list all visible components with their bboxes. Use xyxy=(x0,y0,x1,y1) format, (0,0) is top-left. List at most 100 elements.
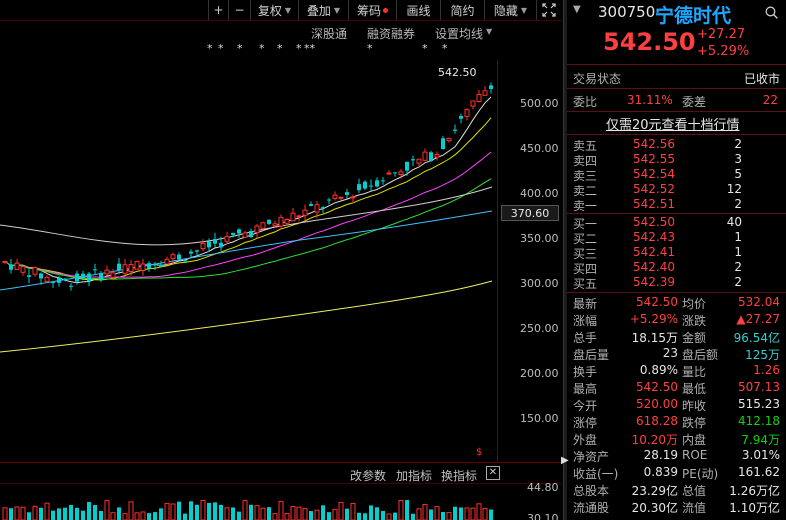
stat-value: 618.28 xyxy=(636,414,678,428)
stat-value: 125万 xyxy=(745,348,780,362)
candle-body xyxy=(296,215,302,218)
order-level-label: 卖一 xyxy=(573,199,598,213)
stat-value: 542.50 xyxy=(636,295,678,309)
volume-bar xyxy=(159,508,163,520)
candle-body xyxy=(2,260,8,263)
candle-body xyxy=(147,263,151,269)
stat-label: 今开 xyxy=(573,399,598,413)
candle-body xyxy=(345,192,349,195)
change-params-button[interactable]: 改参数 xyxy=(350,467,386,484)
candle-body xyxy=(441,138,445,150)
search-icon[interactable] xyxy=(765,6,778,22)
volume-bar xyxy=(482,507,488,520)
volume-bar xyxy=(2,507,8,520)
stat-label: 换手 xyxy=(573,365,598,379)
volume-bars-group xyxy=(2,499,493,520)
candle-body xyxy=(422,151,428,161)
order-level-volume: 5 xyxy=(734,167,742,181)
chevron-down-icon[interactable]: ▼ xyxy=(573,4,581,15)
candle-body xyxy=(219,242,223,248)
volume-bar xyxy=(75,507,79,520)
stat-value: 18.15万 xyxy=(631,331,678,345)
order-level-volume: 1 xyxy=(734,230,742,244)
candle-body xyxy=(386,172,392,175)
stat-label: 外盘 xyxy=(573,433,598,447)
kline-chart-area[interactable]: + − 复权 ▼ 叠加 ▼ 筹码 画线 简约 隐藏 ▼ 深股通 融资融券 设置均线 ▼… xyxy=(0,0,563,520)
stat-value: 96.54亿 xyxy=(733,331,780,345)
stat-value: 20.30亿 xyxy=(631,501,678,515)
volume-bar xyxy=(302,508,308,520)
switch-indicator-button[interactable]: 换指标 xyxy=(441,467,477,484)
candle-body xyxy=(416,158,422,164)
stat-value: 412.18 xyxy=(738,414,780,428)
add-indicator-button[interactable]: 加指标 xyxy=(396,467,432,484)
volume-bar xyxy=(434,506,440,520)
volume-bar xyxy=(422,503,428,520)
candle-body xyxy=(260,222,266,229)
candle-body xyxy=(338,196,344,199)
stat-value: 1.26 xyxy=(753,363,780,377)
stat-label: 均价 xyxy=(682,297,707,311)
stat-label: 流值 xyxy=(682,501,707,515)
volume-bar xyxy=(44,502,50,520)
candle-body xyxy=(93,269,97,271)
stat-value: 532.04 xyxy=(738,295,780,309)
stat-value: 10.20万 xyxy=(631,433,678,447)
promo-link[interactable]: 仅需20元查看十档行情 xyxy=(606,114,740,133)
stat-value: 520.00 xyxy=(636,397,678,411)
volume-bar xyxy=(104,500,110,520)
volume-bar xyxy=(110,512,116,520)
price-change: +27.27 xyxy=(697,27,746,42)
stat-label: 内盘 xyxy=(682,433,707,447)
y-axis-tick: 300.00 xyxy=(520,277,559,290)
close-icon[interactable]: ✕ xyxy=(486,466,500,480)
candle-body xyxy=(81,273,85,279)
candle-body xyxy=(398,171,404,176)
order-level-price: 542.56 xyxy=(633,137,675,151)
volume-bar xyxy=(470,507,476,520)
order-level-price: 542.54 xyxy=(633,167,675,181)
volume-bar xyxy=(369,505,373,520)
stat-value: 1.26万亿 xyxy=(729,484,780,498)
candle-body xyxy=(363,181,367,189)
volume-bar xyxy=(27,512,31,520)
crosshair-price-label: 370.60 xyxy=(501,205,559,221)
stat-value: 1.10万亿 xyxy=(729,501,780,515)
stat-label: 盘后量 xyxy=(573,348,610,362)
moving-average-lines xyxy=(0,96,493,353)
volume-bar xyxy=(429,509,433,520)
volume-bar xyxy=(309,511,313,520)
dividend-marker-icon[interactable]: $ xyxy=(476,447,482,458)
divider xyxy=(567,134,786,135)
stat-label: 金额 xyxy=(682,331,707,345)
volume-bar xyxy=(357,512,361,520)
ma30-line xyxy=(4,178,492,280)
volume-bar xyxy=(332,508,338,520)
candle-body xyxy=(164,258,170,265)
stat-label: 盘后额 xyxy=(682,348,719,362)
volume-bar xyxy=(147,513,151,520)
stock-name: 宁德时代 xyxy=(655,5,732,27)
candle-body xyxy=(122,264,128,274)
candle-body xyxy=(411,159,415,161)
volume-bar xyxy=(267,507,271,520)
candle-body xyxy=(231,232,235,235)
price-annotation: 542.50 xyxy=(438,66,477,79)
volume-bar xyxy=(219,504,223,520)
quote-panel: ▼ 300750 宁德时代 542.50 +27.27 +5.29% 交易状态 … xyxy=(567,0,786,520)
stat-value: 515.23 xyxy=(738,397,780,411)
candle-body xyxy=(207,241,211,248)
volume-bar xyxy=(489,509,493,520)
candle-body xyxy=(51,282,55,284)
last-price: 542.50 xyxy=(603,28,696,56)
candle-body xyxy=(195,250,199,252)
candle-body xyxy=(213,238,217,244)
candles-group xyxy=(2,82,493,291)
volume-bar xyxy=(405,500,409,520)
stat-value: 0.839 xyxy=(643,465,678,479)
candle-body xyxy=(254,225,260,233)
stat-label: 总手 xyxy=(573,331,598,345)
stat-value: ▲27.27 xyxy=(736,312,780,326)
volume-bar xyxy=(200,499,206,520)
candle-body xyxy=(272,223,278,227)
